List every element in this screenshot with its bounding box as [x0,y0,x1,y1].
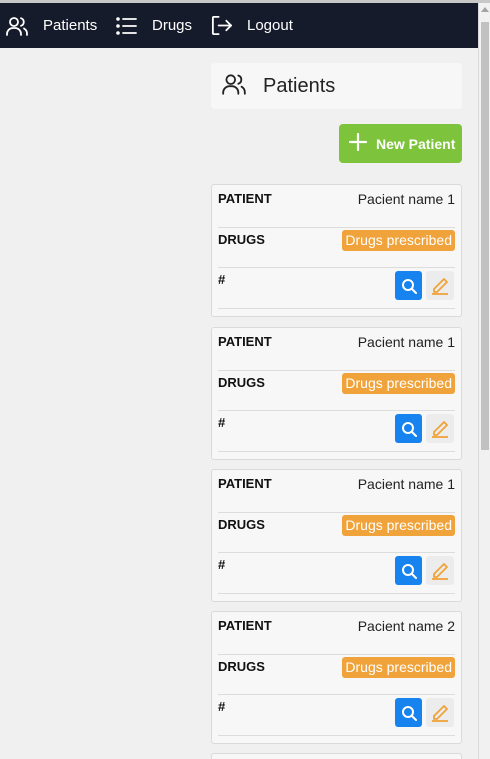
search-icon [401,278,417,294]
pencil-icon [432,704,448,722]
scroll-up-arrow-icon[interactable] [481,7,489,12]
view-patient-button[interactable] [395,698,422,727]
actions-row: # [218,552,455,594]
patient-name: Pacient name 1 [357,191,455,207]
edit-patient-button[interactable] [426,698,454,727]
patient-key: PATIENT [218,618,272,633]
patient-key: PATIENT [218,476,272,491]
new-patient-button[interactable]: New Patient [339,124,462,163]
patient-card: PATIENT Pacient name 2 DRUGS Drugs presc… [211,611,462,744]
actions-row: # [218,694,455,736]
id-key: # [218,699,226,714]
id-key: # [218,557,226,572]
view-patient-button[interactable] [395,271,422,300]
top-navbar: Patients Drugs Logout [0,3,478,48]
page-scrollbar[interactable] [478,3,490,759]
view-patient-button[interactable] [395,414,422,443]
actions-row: # [218,410,455,452]
drugs-prescribed-badge[interactable]: Drugs prescribed [342,515,455,536]
scrollbar-thumb[interactable] [481,22,489,450]
search-icon [401,705,417,721]
patient-card: PATIENT Pacient name 1 DRUGS Drugs presc… [211,184,462,317]
patient-row: PATIENT Pacient name 1 [218,187,455,228]
patient-card: PATIENT Pacient name 1 DRUGS Drugs presc… [211,327,462,460]
patient-key: PATIENT [218,334,272,349]
pencil-icon [432,562,448,580]
edit-patient-button[interactable] [426,271,454,300]
patient-name: Pacient name 1 [357,476,455,492]
page-header: Patients [211,63,462,109]
drugs-row: DRUGS Drugs prescribed [218,654,455,695]
search-icon [401,421,417,437]
drugs-prescribed-badge[interactable]: Drugs prescribed [342,373,455,394]
nav-patients[interactable]: Patients [5,3,97,48]
nav-patients-label: Patients [43,17,98,34]
nav-drugs-label: Drugs [152,17,193,34]
nav-drugs[interactable]: Drugs [116,3,192,48]
view-patient-button[interactable] [395,556,422,585]
list-icon [116,15,138,37]
drugs-row: DRUGS Drugs prescribed [218,370,455,411]
patient-row: PATIENT Pacient name 1 [218,330,455,371]
id-key: # [218,415,226,430]
patient-key: PATIENT [218,191,272,206]
drugs-key: DRUGS [218,517,265,532]
edit-patient-button[interactable] [426,556,454,585]
patient-name: Pacient name 1 [357,334,455,350]
patient-card: PATIENT Pacient name 1 DRUGS Drugs presc… [211,469,462,602]
patient-name: Pacient name 2 [357,618,455,634]
pencil-icon [432,420,448,438]
drugs-row: DRUGS Drugs prescribed [218,512,455,553]
patient-row: PATIENT Pacient name 2 [218,614,455,655]
pencil-icon [432,277,448,295]
nav-logout[interactable]: Logout [210,3,293,48]
drugs-key: DRUGS [218,659,265,674]
search-icon [401,563,417,579]
actions-row: # [218,267,455,309]
users-icon [221,71,247,102]
users-icon [5,14,29,38]
drugs-prescribed-badge[interactable]: Drugs prescribed [342,230,455,251]
patient-row: PATIENT Pacient name 1 [218,472,455,513]
drugs-key: DRUGS [218,232,265,247]
drugs-prescribed-badge[interactable]: Drugs prescribed [342,657,455,678]
drugs-row: DRUGS Drugs prescribed [218,227,455,268]
patient-card-partial [211,753,462,759]
drugs-key: DRUGS [218,375,265,390]
plus-icon [339,132,368,154]
page-title: Patients [263,74,336,97]
id-key: # [218,272,226,287]
logout-icon [210,14,233,37]
edit-patient-button[interactable] [426,414,454,443]
nav-logout-label: Logout [247,17,293,34]
new-patient-label: New Patient [376,135,456,152]
